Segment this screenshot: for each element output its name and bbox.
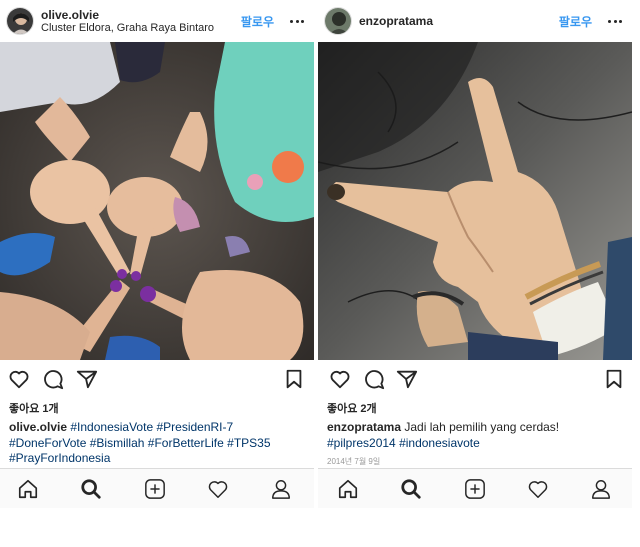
caption-text: Jadi lah pemilih yang cerdas! [404,420,560,434]
avatar[interactable] [324,7,352,35]
search-icon[interactable] [400,478,422,500]
post-photo[interactable] [0,42,314,360]
hashtag[interactable]: #DoneForVote [9,436,86,450]
profile-icon[interactable] [590,478,612,500]
post-header: olive.olvie Cluster Eldora, Graha Raya B… [0,0,314,42]
likes-count[interactable]: 좋아요 1개 [9,400,59,416]
home-icon[interactable] [337,478,359,500]
likes-count[interactable]: 좋아요 2개 [327,400,377,416]
hashtag[interactable]: #pilpres2014 [327,436,396,450]
post-actions [318,368,632,394]
hashtag[interactable]: #indonesiavote [399,436,480,450]
more-options-icon[interactable] [608,19,622,23]
follow-button[interactable]: 팔로우 [241,13,274,30]
follow-button[interactable]: 팔로우 [559,13,592,30]
location[interactable]: Cluster Eldora, Graha Raya Bintaro [41,22,233,35]
more-options-icon[interactable] [290,19,304,23]
bottom-tab-bar [0,468,314,508]
comment-icon[interactable] [363,368,385,390]
bookmark-icon[interactable] [283,368,305,390]
avatar[interactable] [6,7,34,35]
heart-icon[interactable] [329,368,351,390]
home-icon[interactable] [17,478,39,500]
post-date: 2014년 7월 9일 [327,457,381,466]
share-icon[interactable] [396,368,418,390]
add-post-icon[interactable] [144,478,166,500]
post-actions [0,368,314,394]
hashtag[interactable]: #ForBetterLife [148,436,224,450]
hashtag[interactable]: #IndonesiaVote [70,420,153,434]
post-enzopratama: enzopratama 팔로우 좋아요 2개 enzopratama Jadi … [318,0,632,547]
bookmark-icon[interactable] [603,368,625,390]
post-header: enzopratama 팔로우 [318,0,632,42]
hashtag[interactable]: #Bismillah [90,436,145,450]
bottom-tab-bar [318,468,632,508]
caption: olive.olvie #IndonesiaVote #PresidenRI-7… [9,420,308,467]
comment-icon[interactable] [42,368,64,390]
activity-heart-icon[interactable] [527,478,549,500]
caption-username[interactable]: enzopratama [327,420,401,434]
profile-icon[interactable] [270,478,292,500]
add-post-icon[interactable] [464,478,486,500]
search-icon[interactable] [80,478,102,500]
activity-heart-icon[interactable] [207,478,229,500]
heart-icon[interactable] [8,368,30,390]
caption-username[interactable]: olive.olvie [9,420,67,434]
post-olive-olvie: olive.olvie Cluster Eldora, Graha Raya B… [0,0,314,547]
caption: enzopratama Jadi lah pemilih yang cerdas… [327,420,626,451]
hashtag[interactable]: #PrayForIndonesia [9,451,110,465]
hashtag[interactable]: #TPS35 [227,436,270,450]
share-icon[interactable] [76,368,98,390]
username[interactable]: enzopratama [359,14,551,28]
hashtag[interactable]: #PresidenRI-7 [156,420,233,434]
username[interactable]: olive.olvie [41,8,233,22]
post-photo[interactable] [318,42,632,360]
